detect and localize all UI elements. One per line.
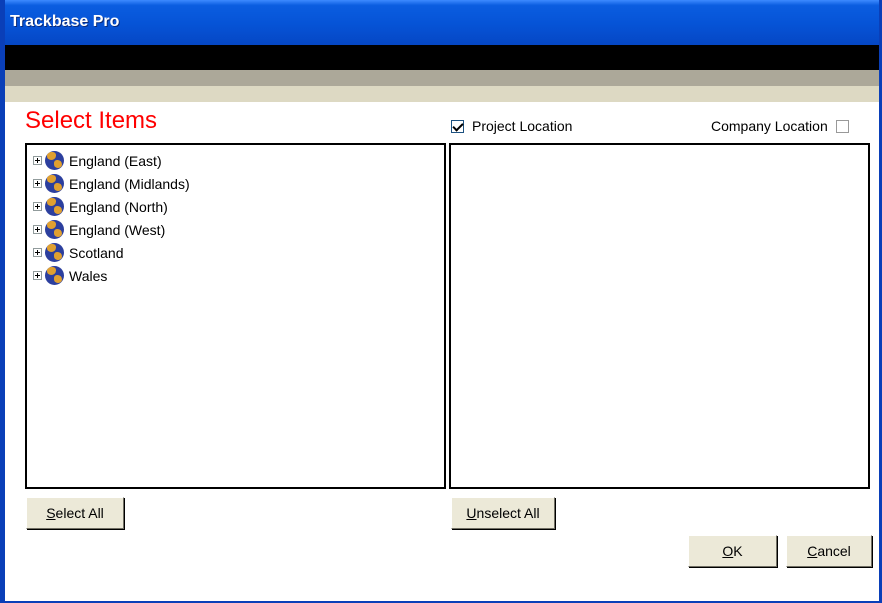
expand-icon[interactable] <box>33 202 42 211</box>
project-location-option[interactable]: Project Location <box>451 116 572 136</box>
company-location-label: Company Location <box>711 118 828 134</box>
globe-icon <box>45 151 64 170</box>
ok-button[interactable]: OK <box>688 535 777 567</box>
company-location-checkbox[interactable] <box>835 119 849 133</box>
header-band <box>5 70 879 86</box>
globe-icon <box>45 266 64 285</box>
toolbar-band <box>5 45 879 70</box>
tree-item-label: Wales <box>69 267 108 284</box>
page-title: Select Items <box>25 107 158 134</box>
tree-item-label: England (North) <box>69 198 168 215</box>
globe-icon <box>45 220 64 239</box>
expand-icon[interactable] <box>33 179 42 188</box>
dialog-window: Trackbase Pro Select Items Project Locat… <box>0 0 882 603</box>
available-items-tree[interactable]: England (East) England (Midlands) England … <box>25 143 446 489</box>
window-title: Trackbase Pro <box>10 13 120 30</box>
project-location-checkbox[interactable] <box>451 119 464 133</box>
company-location-option[interactable]: Company Location <box>711 116 849 136</box>
tree-item[interactable]: England (North) <box>33 195 190 218</box>
tree-item[interactable]: Scotland <box>33 241 190 264</box>
select-all-button[interactable]: Select All <box>26 497 124 529</box>
project-location-label: Project Location <box>472 118 573 134</box>
tree-item[interactable]: Wales <box>33 264 190 287</box>
globe-icon <box>45 174 64 193</box>
globe-icon <box>45 243 64 262</box>
expand-icon[interactable] <box>33 225 42 234</box>
subheader-band <box>5 86 879 102</box>
title-bar[interactable]: Trackbase Pro <box>5 0 879 45</box>
tree-item[interactable]: England (Midlands) <box>33 172 190 195</box>
tree-item-label: England (East) <box>69 152 162 169</box>
unselect-all-button[interactable]: Unselect All <box>451 497 555 529</box>
tree-item-label: England (Midlands) <box>69 175 190 192</box>
expand-icon[interactable] <box>33 271 42 280</box>
expand-icon[interactable] <box>33 248 42 257</box>
cancel-button[interactable]: Cancel <box>786 535 872 567</box>
tree-list: England (East) England (Midlands) England … <box>33 149 190 287</box>
dialog-content: Select Items Project Location Company Lo… <box>5 102 879 601</box>
tree-item-label: Scotland <box>69 244 124 261</box>
tree-item[interactable]: England (East) <box>33 149 190 172</box>
tree-item[interactable]: England (West) <box>33 218 190 241</box>
expand-icon[interactable] <box>33 156 42 165</box>
selected-items-list[interactable] <box>449 143 870 489</box>
tree-item-label: England (West) <box>69 221 166 238</box>
globe-icon <box>45 197 64 216</box>
